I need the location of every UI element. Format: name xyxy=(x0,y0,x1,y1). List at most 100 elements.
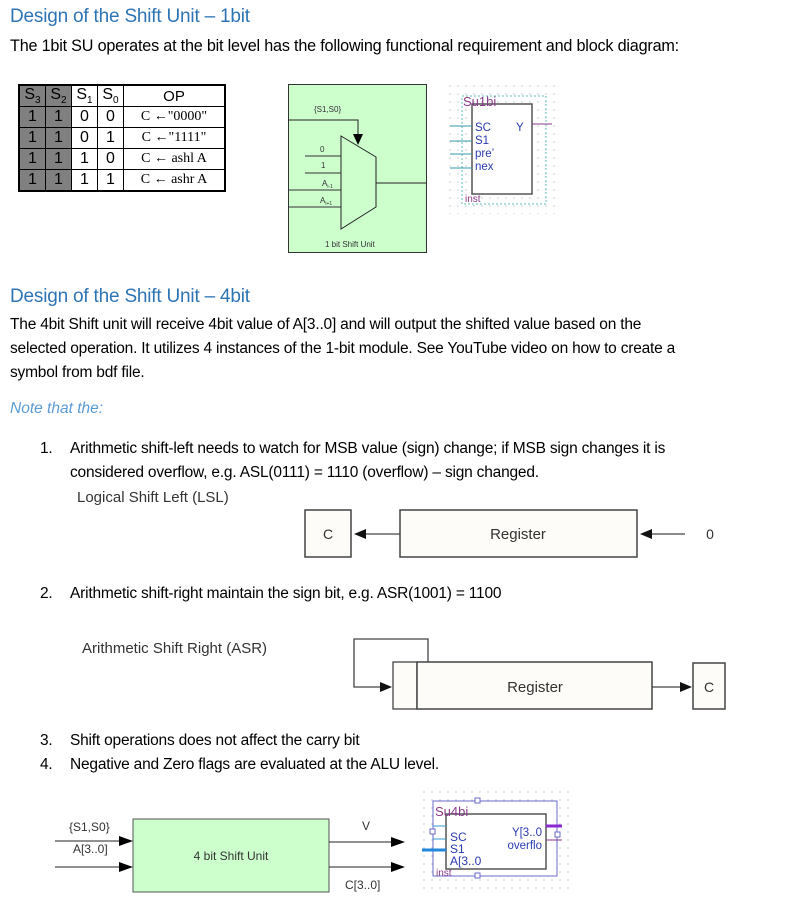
instance-label: inst xyxy=(436,868,452,879)
lsl-title: Logical Shift Left (LSL) xyxy=(77,489,229,506)
block-output-v-label: V xyxy=(362,819,370,833)
asr-title: Arithmetic Shift Right (ASR) xyxy=(82,640,268,657)
block-input-data-arrow-icon xyxy=(119,862,133,872)
block-4bit-title: 4 bit Shift Unit xyxy=(194,849,269,863)
header-s0-label: S xyxy=(102,86,114,103)
cell-op: C ← ashl A xyxy=(123,148,226,171)
pin-marker xyxy=(474,797,481,804)
truth-table: S3 S2 S1 S0 OP 1 1 0 0 C ←"0000" 1 1 0 1… xyxy=(18,84,226,193)
asr-register-label: Register xyxy=(507,679,563,696)
list-item-1-line-2: considered overflow, e.g. ASL(0111) = 11… xyxy=(70,464,539,481)
block-input-select-arrow-icon xyxy=(119,836,133,846)
symbol-name: Su1bi xyxy=(463,94,496,109)
cell-s3: 1 xyxy=(18,127,46,150)
asr-diagram: Register C xyxy=(353,638,726,710)
cell-s3: 1 xyxy=(18,169,46,192)
port-sc: SC xyxy=(475,122,491,134)
table-row: 1 1 1 1 C ← ashr A xyxy=(18,169,226,192)
cell-s1: 0 xyxy=(71,106,98,129)
port-y: Y xyxy=(516,122,524,134)
paragraph-4bit-line-3: symbol from bdf file. xyxy=(10,364,145,381)
header-s1-label: S xyxy=(76,86,88,103)
block-output-v-arrow-icon xyxy=(391,837,405,847)
port-s1: S1 xyxy=(475,135,489,147)
paragraph-4bit-line-2: selected operation. It utilizes 4 instan… xyxy=(10,340,676,357)
header-s3-label: S xyxy=(24,86,36,103)
section-heading-1bit: Design of the Shift Unit – 1bit xyxy=(10,6,250,27)
cell-s1: 1 xyxy=(71,148,98,171)
header-s2: S2 xyxy=(45,84,72,108)
list-item-1-number: 1. xyxy=(40,440,53,457)
table-row: 1 1 0 1 C ←"1111" xyxy=(18,127,226,150)
cell-s2: 1 xyxy=(45,106,72,129)
block-output-c-arrow-icon xyxy=(391,862,405,872)
header-s2-label: S xyxy=(50,86,62,103)
asr-arrowhead-right-icon xyxy=(680,682,692,692)
asr-sign-arrowhead-icon xyxy=(380,682,392,692)
symbol-name: Su4bi xyxy=(435,804,468,819)
asr-sign-bit-cell xyxy=(392,661,418,710)
cell-s2: 1 xyxy=(45,127,72,150)
cell-s3: 1 xyxy=(18,106,46,129)
header-s2-sub: 2 xyxy=(61,95,67,107)
header-s3-sub: 3 xyxy=(35,95,41,107)
lsl-arrowhead-left-icon xyxy=(354,529,366,539)
list-item-3-number: 3. xyxy=(40,732,53,749)
list-item-2-text: Arithmetic shift-right maintain the sign… xyxy=(70,585,502,602)
list-item-4-text: Negative and Zero flags are evaluated at… xyxy=(70,756,439,773)
mux-diagram-1bit: {S1,S0} 0 1 Ai-1 Ai+1 1 bit Shift Unit xyxy=(288,84,427,253)
list-item-3-text: Shift operations does not affect the car… xyxy=(70,732,360,749)
list-item-4-number: 4. xyxy=(40,756,53,773)
header-s0: S0 xyxy=(97,84,124,108)
cell-s0: 0 xyxy=(97,148,124,171)
mux-input-3-sub: i+1 xyxy=(325,201,332,207)
asr-carry-label: C xyxy=(704,679,714,695)
block-input-data-label: A[3..0] xyxy=(73,842,108,856)
lsl-carry-label: C xyxy=(323,526,333,542)
symbol-su1bi: Su1bi SC S1 pre’ nex Y inst xyxy=(448,84,558,214)
cell-s2: 1 xyxy=(45,148,72,171)
cell-s1: 1 xyxy=(71,169,98,192)
cell-s0: 1 xyxy=(97,169,124,192)
cell-s3: 1 xyxy=(18,148,46,171)
header-s3: S3 xyxy=(18,84,46,108)
block-input-select-label: {S1,S0} xyxy=(69,820,110,834)
cell-s2: 1 xyxy=(45,169,72,192)
pin-marker xyxy=(429,828,436,835)
mux-select-label: {S1,S0} xyxy=(314,105,341,114)
symbol-su4bi: Su4bi SC S1 A[3..0 Y[3..0 overflo inst xyxy=(422,790,570,890)
lsl-diagram: C Register 0 xyxy=(304,509,714,558)
cell-s0: 1 xyxy=(97,127,124,150)
block-output-c-label: C[3..0] xyxy=(345,878,380,892)
header-s1: S1 xyxy=(71,84,98,108)
note-label: Note that the: xyxy=(10,400,104,417)
header-op: OP xyxy=(123,84,226,108)
port-y: Y[3..0 xyxy=(512,827,542,839)
header-s1-sub: 1 xyxy=(87,95,93,107)
intro-paragraph-1bit: The 1bit SU operates at the bit level ha… xyxy=(10,37,679,55)
mux-caption: 1 bit Shift Unit xyxy=(325,240,376,249)
table-row: 1 1 1 0 C ← ashl A xyxy=(18,148,226,171)
lsl-arrowhead-fill-icon xyxy=(640,529,652,539)
mux-input-label-0: 0 xyxy=(320,145,325,154)
list-item-1-line-1: Arithmetic shift-left needs to watch for… xyxy=(70,440,666,457)
cell-op: C ←"1111" xyxy=(123,127,226,150)
lsl-register-label: Register xyxy=(490,526,546,543)
list-item-2-number: 2. xyxy=(40,585,53,602)
truth-table-header-row: S3 S2 S1 S0 OP xyxy=(18,84,226,108)
mux-input-2-sub: i-1 xyxy=(327,184,333,190)
pin-marker xyxy=(474,872,481,879)
section-heading-4bit: Design of the Shift Unit – 4bit xyxy=(10,286,250,307)
cell-op: C ←"0000" xyxy=(123,106,226,129)
port-next: nex xyxy=(475,161,494,173)
cell-s0: 0 xyxy=(97,106,124,129)
paragraph-4bit-line-1: The 4bit Shift unit will receive 4bit va… xyxy=(10,316,642,333)
block-diagram-4bit: 4 bit Shift Unit {S1,S0} A[3..0] V C[3..… xyxy=(55,818,405,893)
mux-input-label-1: 1 xyxy=(321,161,326,170)
cell-op: C ← ashr A xyxy=(123,169,226,192)
port-prev: pre’ xyxy=(475,148,494,160)
port-a: A[3..0 xyxy=(450,854,482,868)
pin-marker xyxy=(554,831,561,838)
port-overflow: overflo xyxy=(507,840,542,852)
instance-label: inst xyxy=(465,194,481,205)
